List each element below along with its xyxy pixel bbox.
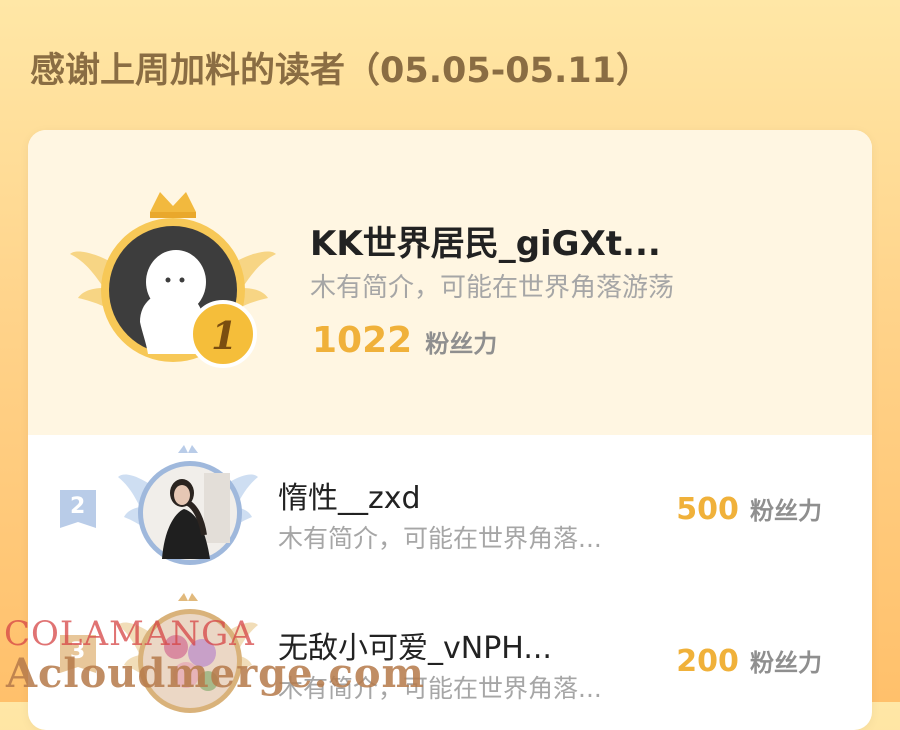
rank-number: 2 (70, 494, 86, 519)
reader-row-3[interactable]: 3 无敌小可爱_vNPH... 木有简介，可能在世界角落... 200 粉丝力 (28, 585, 872, 730)
top-reader-name[interactable]: KK世界居民_giGXt... (310, 216, 661, 265)
top-reader-fans: 1022 粉丝力 (312, 320, 497, 361)
silver-winged-avatar[interactable] (118, 443, 258, 573)
top-reader-bio: 木有简介，可能在世界角落游荡 (310, 273, 675, 303)
rank-number: 3 (70, 639, 86, 664)
rank-badge-3: 3 (58, 633, 98, 679)
fans-label: 粉丝力 (425, 330, 498, 358)
reader-bio: 木有简介，可能在世界角落... (278, 674, 602, 703)
fans-label: 粉丝力 (750, 497, 822, 525)
reader-ranking-card: 1 KK世界居民_giGXt... 木有简介，可能在世界角落游荡 1022 粉丝… (28, 130, 872, 730)
fans-value: 1022 (312, 320, 413, 361)
rank-medal-number: 1 (211, 313, 238, 358)
gold-winged-avatar[interactable]: 1 (68, 182, 278, 372)
reader-bio: 木有简介，可能在世界角落... (278, 524, 602, 553)
top-reader-section[interactable]: 1 KK世界居民_giGXt... 木有简介，可能在世界角落游荡 1022 粉丝… (28, 130, 872, 435)
fans-label: 粉丝力 (750, 649, 822, 677)
reader-name[interactable]: 惰性__zxd (278, 473, 421, 517)
reader-row-2[interactable]: 2 惰性__zxd 木有简介，可能在世界角落... 500 粉丝力 (28, 435, 872, 585)
reader-name[interactable]: 无敌小可爱_vNPH... (278, 623, 552, 667)
page-title: 感谢上周加料的读者（05.05-05.11） (30, 51, 651, 91)
gold-crown-wings-icon (70, 192, 276, 368)
reader-fans: 500 粉丝力 (676, 491, 822, 527)
reader-fans: 200 粉丝力 (676, 643, 822, 679)
rank-badge-2: 2 (58, 488, 98, 534)
fans-value: 500 (676, 492, 739, 527)
silver-wings-avatar-icon (118, 445, 258, 565)
fans-value: 200 (676, 644, 739, 679)
